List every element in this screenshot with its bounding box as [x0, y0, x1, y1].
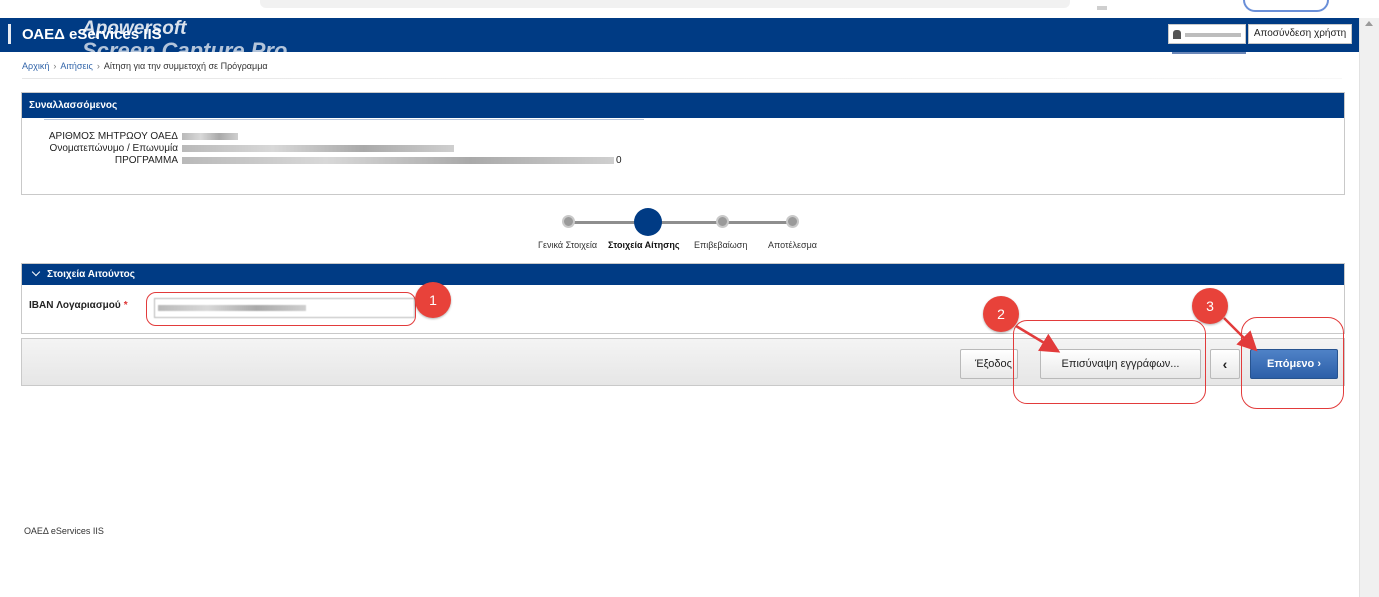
- breadcrumb: Αρχική › Αιτήσεις › Αίτηση για την συμμετοχή…: [22, 61, 268, 71]
- info-row-registry: ΑΡΙΘΜΟΣ ΜΗΤΡΩΟΥ ΟΑΕΔ: [32, 131, 622, 143]
- scroll-up-icon[interactable]: [1365, 21, 1373, 26]
- user-icon: [1173, 30, 1181, 39]
- step-label-application: Στοιχεία Αίτησης: [608, 240, 680, 250]
- panel-title-underline: [44, 119, 644, 120]
- step-label-confirm: Επιβεβαίωση: [694, 240, 748, 250]
- step-connector: [728, 221, 794, 224]
- annotation-badge-1: 1: [415, 282, 451, 318]
- info-row-program: ΠΡΟΓΡΑΜΜΑ 0: [32, 155, 622, 167]
- iban-label-text: IBAN Λογαριασμού: [29, 300, 121, 311]
- exit-button[interactable]: Έξοδος: [960, 349, 1018, 379]
- info-label-registry: ΑΡΙΘΜΟΣ ΜΗΤΡΩΟΥ ΟΑΕΔ: [48, 131, 178, 142]
- participant-panel-title: Συναλλασσόμενος: [22, 93, 1344, 118]
- annotation-highlight-attach: [1013, 320, 1206, 404]
- step-label-general[interactable]: Γενικά Στοιχεία: [538, 240, 597, 250]
- previous-button[interactable]: ‹: [1210, 349, 1240, 379]
- annotation-highlight-iban: [146, 292, 416, 326]
- step-dot-general[interactable]: [562, 215, 575, 228]
- browser-extension-button[interactable]: [1243, 0, 1329, 12]
- program-value-tail: 0: [616, 155, 622, 166]
- program-value-redacted: [182, 157, 614, 164]
- annotation-highlight-next: [1241, 317, 1344, 409]
- step-dot-confirm: [716, 215, 729, 228]
- applicant-panel-title: Στοιχεία Αιτούντος: [47, 269, 135, 280]
- info-label-program: ΠΡΟΓΡΑΜΜΑ: [114, 155, 178, 166]
- vertical-scrollbar[interactable]: [1359, 18, 1379, 597]
- step-connector: [570, 221, 642, 224]
- iban-label: IBAN Λογαριασμού *: [29, 300, 128, 311]
- browser-mini-icon: [1097, 6, 1107, 10]
- watermark-logo-icon: [8, 24, 22, 44]
- participant-panel: Συναλλασσόμενος ΑΡΙΘΜΟΣ ΜΗΤΡΩΟΥ ΟΑΕΔ Ονο…: [21, 92, 1345, 195]
- footer-text: ΟΑΕΔ eServices IIS: [24, 526, 104, 536]
- breadcrumb-divider: [22, 78, 1342, 79]
- app-header: ΟΑΕΔ eServices IIS Apowersoft Screen Cap…: [0, 18, 1359, 63]
- step-connector: [660, 221, 720, 224]
- step-dot-application: [634, 208, 662, 236]
- breadcrumb-separator-icon: ›: [53, 61, 57, 71]
- name-value-redacted: [182, 145, 454, 152]
- user-name-redacted: [1185, 33, 1241, 37]
- step-label-result: Αποτέλεσμα: [768, 240, 817, 250]
- required-mark: *: [123, 300, 128, 311]
- breadcrumb-home[interactable]: Αρχική: [22, 61, 49, 71]
- breadcrumb-current: Αίτηση για την συμμετοχή σε Πρόγραμμα: [103, 61, 268, 71]
- chevron-down-icon: [31, 267, 41, 277]
- registry-value-redacted: [182, 133, 238, 140]
- participant-info: ΑΡΙΘΜΟΣ ΜΗΤΡΩΟΥ ΟΑΕΔ Ονοματεπώνυμο / Επω…: [32, 131, 622, 167]
- info-label-name: Ονοματεπώνυμο / Επωνυμία: [49, 143, 178, 154]
- applicant-panel-header[interactable]: Στοιχεία Αιτούντος: [22, 264, 1344, 285]
- logout-button[interactable]: Αποσύνδεση χρήστη: [1248, 24, 1352, 44]
- progress-stepper: Γενικά Στοιχεία Στοιχεία Αίτησης Επιβεβα…: [538, 207, 848, 251]
- browser-top-strip: [0, 0, 1379, 18]
- breadcrumb-applications[interactable]: Αιτήσεις: [60, 61, 92, 71]
- info-row-name: Ονοματεπώνυμο / Επωνυμία: [32, 143, 622, 155]
- annotation-badge-2: 2: [983, 296, 1019, 332]
- breadcrumb-separator-icon: ›: [96, 61, 100, 71]
- page: ΟΑΕΔ eServices IIS Apowersoft Screen Cap…: [0, 0, 1379, 597]
- user-menu[interactable]: [1168, 24, 1246, 44]
- address-bar-edge: [260, 0, 1070, 8]
- annotation-badge-3: 3: [1192, 288, 1228, 324]
- user-underline: [1172, 52, 1246, 54]
- watermark-line1: Apowersoft: [82, 18, 187, 39]
- step-dot-result: [786, 215, 799, 228]
